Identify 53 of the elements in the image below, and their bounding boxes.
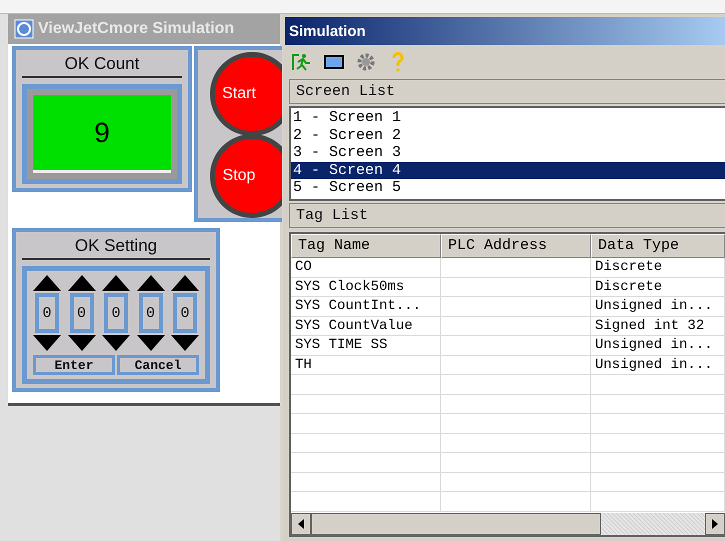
left-arrow-icon — [298, 519, 304, 529]
column-header[interactable]: PLC Address — [441, 234, 591, 258]
section-header: Tag List — [289, 203, 725, 228]
table-cell: Discrete — [591, 258, 725, 277]
decrement-arrow-icon[interactable] — [68, 335, 96, 351]
action-button[interactable]: Cancel — [117, 355, 199, 375]
section-header: Screen List — [289, 79, 725, 104]
table-cell: SYS Clock50ms — [291, 278, 441, 296]
column-header[interactable]: Tag Name — [291, 234, 441, 258]
increment-arrow-icon[interactable] — [171, 275, 199, 291]
panel-label: OK Count — [22, 54, 182, 78]
panel-label: OK Setting — [22, 236, 210, 260]
decrement-arrow-icon[interactable] — [102, 335, 130, 351]
scroll-left-button[interactable] — [291, 513, 311, 535]
action-button[interactable]: Enter — [33, 355, 115, 375]
digit-field[interactable]: 0 — [173, 293, 197, 333]
digit-field[interactable]: 0 — [104, 293, 128, 333]
table-cell: SYS CountInt... — [291, 297, 441, 316]
scrollbar-thumb[interactable] — [311, 513, 601, 535]
window-title-text: ViewJetCmore Simulation — [38, 20, 234, 38]
round-button[interactable]: Start — [210, 52, 282, 136]
list-item[interactable]: 3 - Screen 3 — [291, 144, 725, 162]
round-button[interactable]: Stop — [210, 134, 282, 218]
column-header[interactable]: Data Type — [591, 234, 725, 258]
digit-field[interactable]: 0 — [138, 293, 162, 333]
table-cell: Discrete — [591, 278, 725, 296]
digit-field[interactable]: 0 — [35, 293, 59, 333]
table-cell: Unsigned in... — [591, 336, 725, 355]
table-cell: Unsigned in... — [591, 356, 725, 374]
list-item[interactable]: 1 - Screen 1 — [291, 109, 725, 126]
table-cell: Unsigned in... — [591, 297, 725, 316]
increment-arrow-icon[interactable] — [102, 275, 130, 291]
table-cell: TH — [291, 356, 441, 374]
settings-icon[interactable] — [355, 51, 377, 73]
table-cell: SYS CountValue — [291, 316, 441, 336]
count-display: 9 — [33, 95, 171, 173]
increment-arrow-icon[interactable] — [136, 275, 164, 291]
right-arrow-icon — [712, 519, 718, 529]
list-item[interactable]: 5 - Screen 5 — [291, 179, 725, 196]
decrement-arrow-icon[interactable] — [136, 335, 164, 351]
scroll-right-button[interactable] — [705, 513, 725, 535]
table-cell: Signed int 32 — [591, 316, 725, 336]
table-cell: SYS TIME SS — [291, 336, 441, 355]
decrement-arrow-icon[interactable] — [171, 335, 199, 351]
table-cell: CO — [291, 258, 441, 277]
list-item[interactable]: 4 - Screen 4 — [291, 162, 725, 179]
app-icon — [14, 19, 34, 39]
list-item[interactable]: 2 - Screen 2 — [291, 126, 725, 144]
digit-field[interactable]: 0 — [70, 293, 94, 333]
increment-arrow-icon[interactable] — [68, 275, 96, 291]
window-title: Simulation — [285, 17, 725, 45]
increment-arrow-icon[interactable] — [33, 275, 61, 291]
decrement-arrow-icon[interactable] — [33, 335, 61, 351]
